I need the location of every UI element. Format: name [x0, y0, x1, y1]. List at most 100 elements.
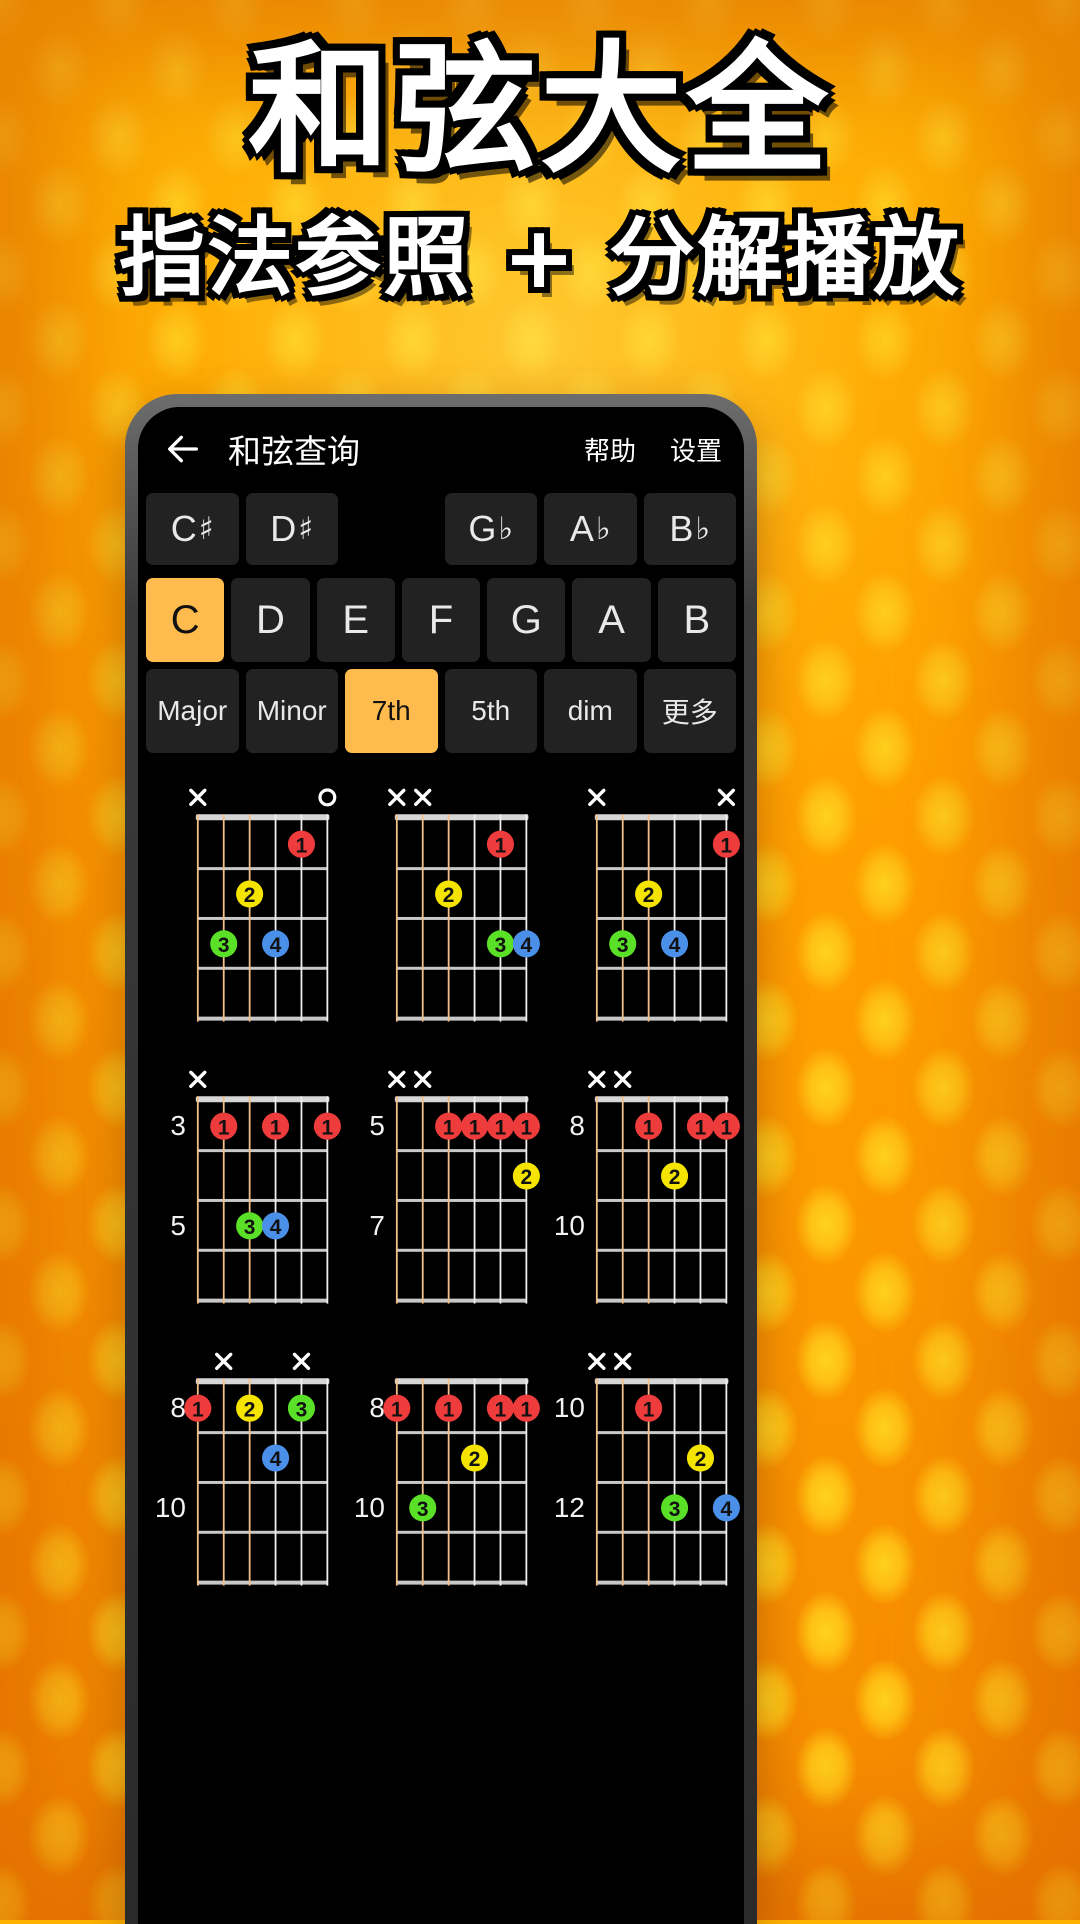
finger-number: 4: [720, 1498, 732, 1521]
fret-line: [197, 1149, 328, 1153]
finger-number: 1: [694, 1116, 706, 1139]
natural-key-g[interactable]: G: [487, 578, 566, 662]
nut: [594, 1096, 729, 1103]
accidental-key-g-flat[interactable]: G ♭: [444, 493, 537, 565]
string-line: [621, 1096, 624, 1304]
fret-line: [596, 1530, 727, 1534]
finger-number: 2: [642, 884, 654, 907]
accidental-key-b-flat[interactable]: B ♭: [643, 493, 736, 565]
finger-number: 1: [521, 1398, 533, 1421]
string-line: [422, 1378, 424, 1586]
chord-diagram[interactable]: 5711112: [341, 1045, 541, 1327]
chord-diagram[interactable]: 1234: [541, 763, 740, 1045]
finger-dot: 4: [261, 930, 290, 958]
mute-x-icon: [414, 1070, 432, 1089]
fret-line: [197, 1016, 328, 1021]
accidental-key-d-sharp[interactable]: D ♯: [245, 493, 338, 565]
finger-number: 4: [270, 1216, 282, 1239]
chord-type-0[interactable]: Major: [146, 669, 239, 753]
finger-number: 4: [270, 1448, 282, 1471]
finger-dot: 1: [287, 830, 316, 858]
chord-type-5[interactable]: 更多: [643, 669, 736, 753]
fret-line: [397, 1016, 527, 1021]
natural-key-c[interactable]: C: [146, 578, 225, 662]
string-line: [222, 814, 225, 1022]
fret-position-label: 12: [553, 1492, 584, 1523]
open-string-icon: [318, 788, 337, 807]
string-line: [673, 1378, 676, 1586]
fret-line: [197, 966, 328, 970]
chord-diagram[interactable]: 1234: [341, 763, 541, 1045]
string-line: [326, 1378, 329, 1586]
chord-type-4[interactable]: dim: [544, 669, 637, 753]
poster-subhead: 指法参照 + 分解播放: [119, 207, 961, 308]
finger-number: 2: [521, 1166, 533, 1189]
string-line: [699, 814, 702, 1022]
finger-number: 2: [244, 884, 256, 907]
chord-type-label: Major: [157, 695, 228, 726]
arrow-left-icon[interactable]: [160, 426, 206, 472]
natural-key-f[interactable]: F: [401, 578, 481, 662]
flat-icon: ♭: [695, 511, 711, 547]
accidental-key-letter: B: [669, 508, 694, 549]
natural-key-label: C: [170, 597, 200, 642]
help-button[interactable]: 帮助: [584, 431, 636, 468]
settings-button[interactable]: 设置: [670, 431, 722, 468]
flat-icon: ♭: [498, 511, 514, 547]
chord-diagram[interactable]: 8 10 1 1 1 2: [541, 1045, 740, 1327]
chord-diagram-svg: 8101 1 12: [553, 1070, 740, 1304]
chord-diagram[interactable]: 8 10 1 2 3 4: [142, 1327, 341, 1609]
finger-number: 1: [443, 1398, 455, 1421]
app-bar: 和弦查询 帮助 设置: [138, 407, 744, 491]
chord-type-1[interactable]: Minor: [245, 669, 338, 753]
natural-key-label: F: [428, 597, 454, 642]
nut: [195, 1378, 330, 1385]
chord-diagram[interactable]: 3511134: [142, 1045, 341, 1327]
nut: [395, 1378, 529, 1385]
chord-diagram-svg: 1012123 4: [553, 1352, 740, 1586]
chord-type-label: Minor: [256, 695, 327, 726]
natural-key-d[interactable]: D: [231, 578, 310, 662]
finger-number: 2: [443, 884, 455, 907]
finger-dot: 4: [513, 930, 541, 958]
natural-key-a[interactable]: A: [572, 578, 651, 662]
finger-dot: 3: [210, 930, 238, 958]
nut: [395, 814, 529, 821]
chord-diagram[interactable]: 8 10 1 1 1 1 2 3: [341, 1327, 541, 1609]
chord-diagram[interactable]: 10 12 1 2 3 4: [541, 1327, 740, 1609]
mute-x-icon: [215, 1352, 233, 1371]
natural-key-b[interactable]: B: [657, 578, 736, 662]
accidental-key-letter: C: [170, 508, 197, 549]
sharp-icon: ♯: [298, 511, 314, 547]
accidental-key-a-flat[interactable]: A ♭: [544, 493, 637, 565]
fret-line: [596, 1149, 727, 1153]
fret-line: [197, 1530, 328, 1534]
fret-position-label: 5: [370, 1110, 386, 1141]
fret-position-label: 8: [569, 1110, 585, 1141]
finger-number: 1: [322, 1116, 334, 1139]
chord-type-label: 5th: [471, 695, 511, 726]
finger-dot: 2: [513, 1162, 541, 1190]
phone-mockup: 和弦查询 帮助 设置 C ♯ D ♯ G ♭ A ♭ B ♭ CDEFGAB Major Minor…: [125, 394, 757, 1924]
poster-headline: 和弦大全: [248, 28, 832, 193]
chord-type-label: dim: [567, 695, 613, 726]
accidental-key-c-sharp[interactable]: C ♯: [146, 493, 239, 565]
string-line: [647, 814, 650, 1022]
mute-x-icon: [189, 1070, 207, 1089]
fret-line: [397, 1149, 527, 1153]
chord-diagram[interactable]: 1 234: [142, 763, 341, 1045]
fret-line: [197, 916, 328, 920]
chord-type-2[interactable]: 7th: [345, 669, 438, 753]
fret-line: [596, 916, 727, 920]
mute-x-icon: [587, 1352, 606, 1371]
chord-type-3[interactable]: 5th: [444, 669, 537, 753]
natural-key-e[interactable]: E: [316, 578, 395, 662]
fret-line: [397, 1530, 527, 1534]
finger-dot: 3: [608, 930, 636, 958]
finger-number: 3: [617, 934, 629, 957]
mute-x-icon: [388, 1070, 406, 1089]
finger-dot: 1: [513, 1112, 541, 1140]
fret-line: [397, 916, 527, 920]
finger-dot: 2: [686, 1444, 714, 1472]
finger-number: 1: [720, 1116, 732, 1139]
